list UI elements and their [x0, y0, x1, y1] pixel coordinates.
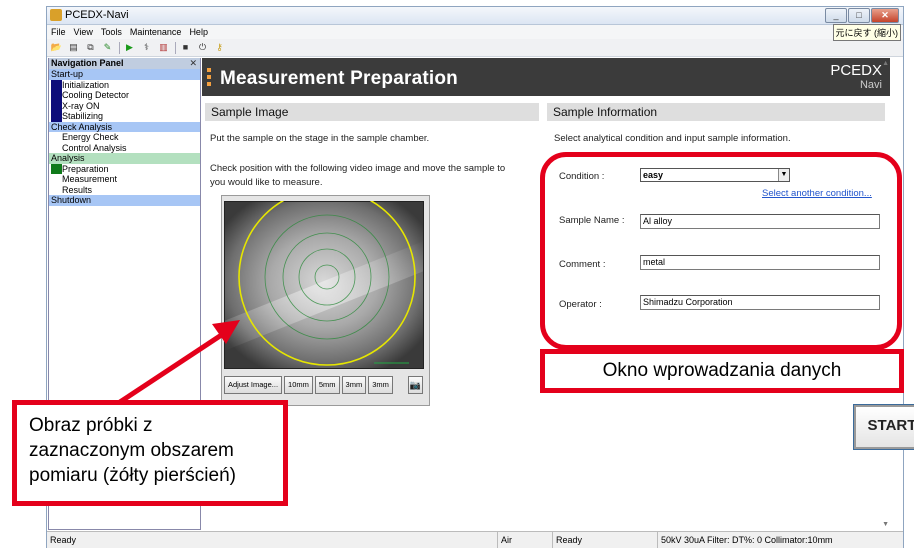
- open-folder-icon[interactable]: 📂: [50, 41, 63, 54]
- nav-item-x-ray-on[interactable]: X-ray ON: [49, 100, 200, 111]
- size-5mm-button[interactable]: 5mm: [314, 376, 340, 394]
- brand-name: PCEDX: [830, 62, 882, 79]
- sample-info-heading: Sample Information: [547, 103, 885, 121]
- sample-image-instruction-2b: you would like to measure.: [210, 177, 323, 188]
- restore-button[interactable]: □: [848, 8, 870, 23]
- status-bar: Ready Air Ready 50kV 30uA Filter: DT%: 0…: [47, 531, 903, 548]
- image-note-callout-text: Obraz próbki z zaznaczonym obszarem pomi…: [29, 415, 236, 486]
- toolbar-separator: [175, 41, 176, 54]
- nav-item-label: Measurement: [62, 174, 118, 184]
- nav-item-results[interactable]: Results: [49, 185, 200, 196]
- nav-status-marker: [51, 111, 62, 122]
- video-panel: Adjust Image... 10mm 5mm 3mm 3mm 📷: [221, 195, 430, 406]
- nav-item-label: X-ray ON: [62, 100, 100, 111]
- save-icon[interactable]: ■: [179, 41, 192, 54]
- window-controls: _ □ ✕: [824, 8, 899, 24]
- nav-item-energy-check[interactable]: Energy Check: [49, 132, 200, 143]
- scroll-up-icon[interactable]: ▲: [882, 60, 889, 67]
- adjust-image-button[interactable]: Adjust Image...: [224, 376, 283, 394]
- app-icon: [50, 9, 62, 21]
- status-state: Ready: [552, 532, 657, 548]
- report-icon[interactable]: ▥: [157, 41, 170, 54]
- nav-item-stabilizing[interactable]: Stabilizing: [49, 111, 200, 122]
- edit-icon[interactable]: ✎: [101, 41, 114, 54]
- nav-group-start-up[interactable]: Start-up: [49, 69, 200, 80]
- menu-help[interactable]: Help: [189, 27, 208, 37]
- page-banner: Measurement Preparation PCEDX Navi: [202, 58, 890, 96]
- nav-item-label: Energy Check: [62, 132, 119, 142]
- menu-file[interactable]: File: [51, 27, 66, 37]
- data-entry-callout-text: Okno wprowadzania danych: [602, 360, 842, 381]
- window-title: PCEDX-Navi: [65, 9, 129, 21]
- close-button[interactable]: ✕: [871, 8, 899, 23]
- sample-video-image[interactable]: [224, 201, 424, 369]
- nav-panel-header: Navigation Panel ✕: [49, 58, 200, 69]
- menu-view[interactable]: View: [74, 27, 93, 37]
- nav-item-initialization[interactable]: Initialization: [49, 79, 200, 90]
- nav-item-cooling-detector[interactable]: Cooling Detector: [49, 90, 200, 101]
- size-10mm-button[interactable]: 10mm: [284, 376, 313, 394]
- nav-item-label: Cooling Detector: [62, 90, 130, 100]
- nav-tree: Start-up Initialization Cooling Detector X-…: [49, 69, 200, 206]
- nav-item-label: Results: [62, 184, 93, 195]
- page-title: Measurement Preparation: [220, 68, 458, 89]
- status-xray-conditions: 50kV 30uA Filter: DT%: 0 Collimator:10mm: [657, 532, 903, 548]
- video-buttons: Adjust Image... 10mm 5mm 3mm 3mm 📷: [224, 376, 423, 394]
- scroll-down-icon[interactable]: ▼: [882, 521, 889, 528]
- minimize-button[interactable]: _: [825, 8, 847, 23]
- nav-group-check-analysis[interactable]: Check Analysis: [49, 121, 200, 132]
- nav-panel-title: Navigation Panel: [51, 58, 124, 68]
- document-icon[interactable]: ▤: [67, 41, 80, 54]
- sample-image-instruction-1: Put the sample on the stage in the sampl…: [210, 133, 430, 144]
- copy-icon[interactable]: ⧉: [84, 41, 97, 54]
- status-atmosphere: Air: [497, 532, 552, 548]
- key-icon[interactable]: ⚷: [213, 41, 226, 54]
- brand-subtitle: Navi: [859, 79, 882, 91]
- nav-item-label: Initialization: [62, 79, 110, 90]
- toolbar-separator: [119, 41, 120, 54]
- brand-logo: PCEDX Navi: [830, 63, 882, 93]
- start-button[interactable]: START: [853, 404, 914, 450]
- menu-tools[interactable]: Tools: [101, 27, 122, 37]
- nav-status-marker: [51, 163, 62, 174]
- title-bar: PCEDX-Navi _ □ ✕ 元に戻す (縮小): [47, 7, 903, 41]
- nav-item-label: Stabilizing: [62, 111, 104, 121]
- sample-image-heading: Sample Image: [205, 103, 539, 121]
- image-note-callout: Obraz próbki z zaznaczonym obszarem pomi…: [12, 400, 288, 506]
- size-3mm-button-2[interactable]: 3mm: [368, 376, 393, 394]
- nav-item-control-analysis[interactable]: Control Analysis: [49, 143, 200, 154]
- nav-item-preparation[interactable]: Preparation: [49, 163, 200, 174]
- nav-item-label: Control Analysis: [62, 142, 127, 153]
- nav-close-icon[interactable]: ✕: [189, 58, 197, 69]
- menu-bar: File View Tools Maintenance Help: [47, 25, 903, 39]
- nav-status-marker: [51, 100, 62, 111]
- status-left: Ready: [50, 535, 77, 545]
- menu-maintenance[interactable]: Maintenance: [130, 27, 182, 37]
- nav-status-marker: [51, 79, 62, 90]
- power-icon[interactable]: ⏻: [196, 41, 209, 54]
- data-entry-callout: Okno wprowadzania danych: [540, 349, 904, 393]
- nav-item-label: Preparation: [62, 163, 109, 174]
- camera-icon[interactable]: 📷: [408, 376, 423, 394]
- nav-status-marker: [51, 90, 62, 101]
- run-icon[interactable]: ▶: [123, 41, 136, 54]
- toolbar: 📂 ▤ ⧉ ✎ ▶ ⚕ ▥ ■ ⏻ ⚷: [47, 39, 903, 57]
- sample-info-instruction: Select analytical condition and input sa…: [554, 133, 791, 144]
- restore-tooltip: 元に戻す (縮小): [832, 24, 901, 41]
- nav-group-shutdown[interactable]: Shutdown: [49, 195, 200, 206]
- nav-item-measurement[interactable]: Measurement: [49, 174, 200, 185]
- analyze-icon[interactable]: ⚕: [140, 41, 153, 54]
- sample-image-instruction-2a: Check position with the following video …: [210, 163, 506, 174]
- size-3mm-button[interactable]: 3mm: [341, 376, 367, 394]
- data-entry-highlight-ring: [540, 152, 902, 350]
- banner-accent: [207, 68, 211, 88]
- nav-group-analysis[interactable]: Analysis: [49, 153, 200, 164]
